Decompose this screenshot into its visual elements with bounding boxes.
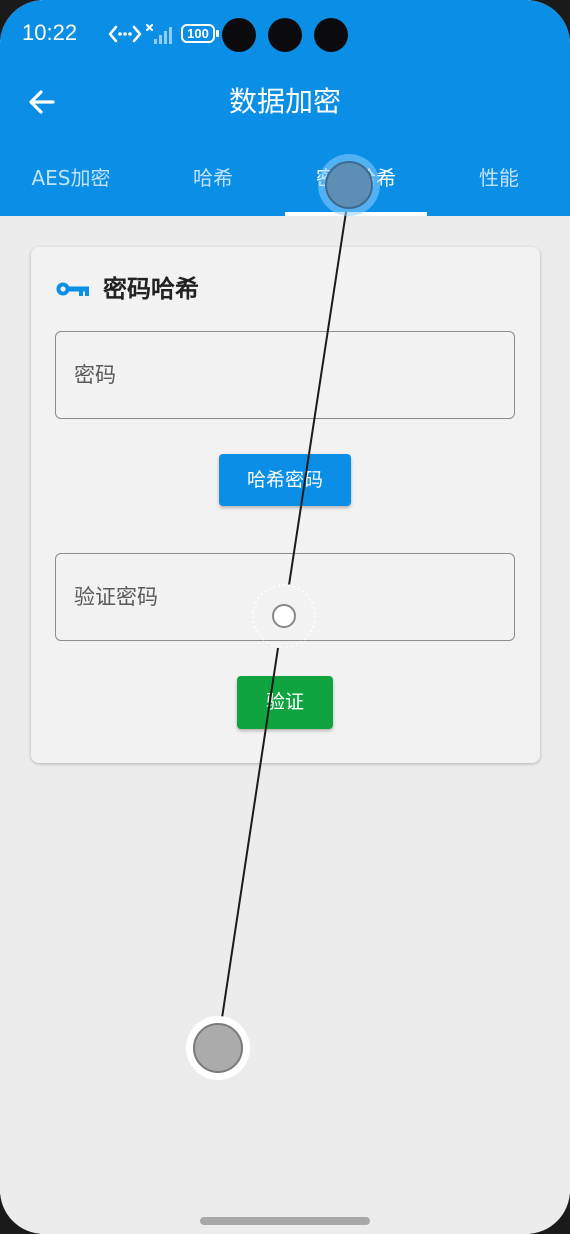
tab-performance[interactable]: 性能	[428, 150, 570, 216]
status-time: 10:22	[22, 20, 78, 45]
no-signal-icon	[146, 24, 172, 44]
camera-cutout	[268, 18, 302, 52]
camera-cutout	[222, 18, 256, 52]
password-hash-card: 密码哈希 哈希密码 验证	[31, 247, 540, 763]
battery-tip	[216, 30, 219, 37]
tab-bar: AES加密 哈希 密码哈希 性能	[0, 150, 570, 216]
verify-password-field[interactable]	[55, 553, 515, 641]
page-title: 数据加密	[228, 85, 341, 118]
home-indicator[interactable]	[200, 1217, 370, 1225]
hash-password-button[interactable]: 哈希密码	[219, 454, 351, 506]
verify-password-input[interactable]	[56, 554, 514, 640]
data-transfer-icon	[108, 25, 142, 43]
touch-end-point	[193, 1023, 243, 1073]
touch-end-halo	[186, 1016, 250, 1080]
tab-password-hash[interactable]: 密码哈希	[285, 150, 427, 216]
battery-indicator: 100	[181, 24, 215, 43]
key-icon	[56, 282, 89, 296]
password-input[interactable]	[56, 332, 514, 418]
app-bar: 10:22 100 数据加密 AES加密 哈希 密码哈希 性能	[0, 0, 570, 216]
screen: 10:22 100 数据加密 AES加密 哈希 密码哈希 性能 密码哈希 密码 …	[0, 0, 570, 1234]
tab-hash[interactable]: 哈希	[142, 150, 284, 216]
status-bar: 10:22 100	[0, 0, 570, 70]
password-field[interactable]	[55, 331, 515, 419]
tab-aes[interactable]: AES加密	[0, 150, 142, 216]
card-title: 密码哈希	[103, 275, 199, 303]
camera-cutout	[314, 18, 348, 52]
verify-button[interactable]: 验证	[237, 676, 333, 729]
tab-indicator	[285, 212, 427, 216]
